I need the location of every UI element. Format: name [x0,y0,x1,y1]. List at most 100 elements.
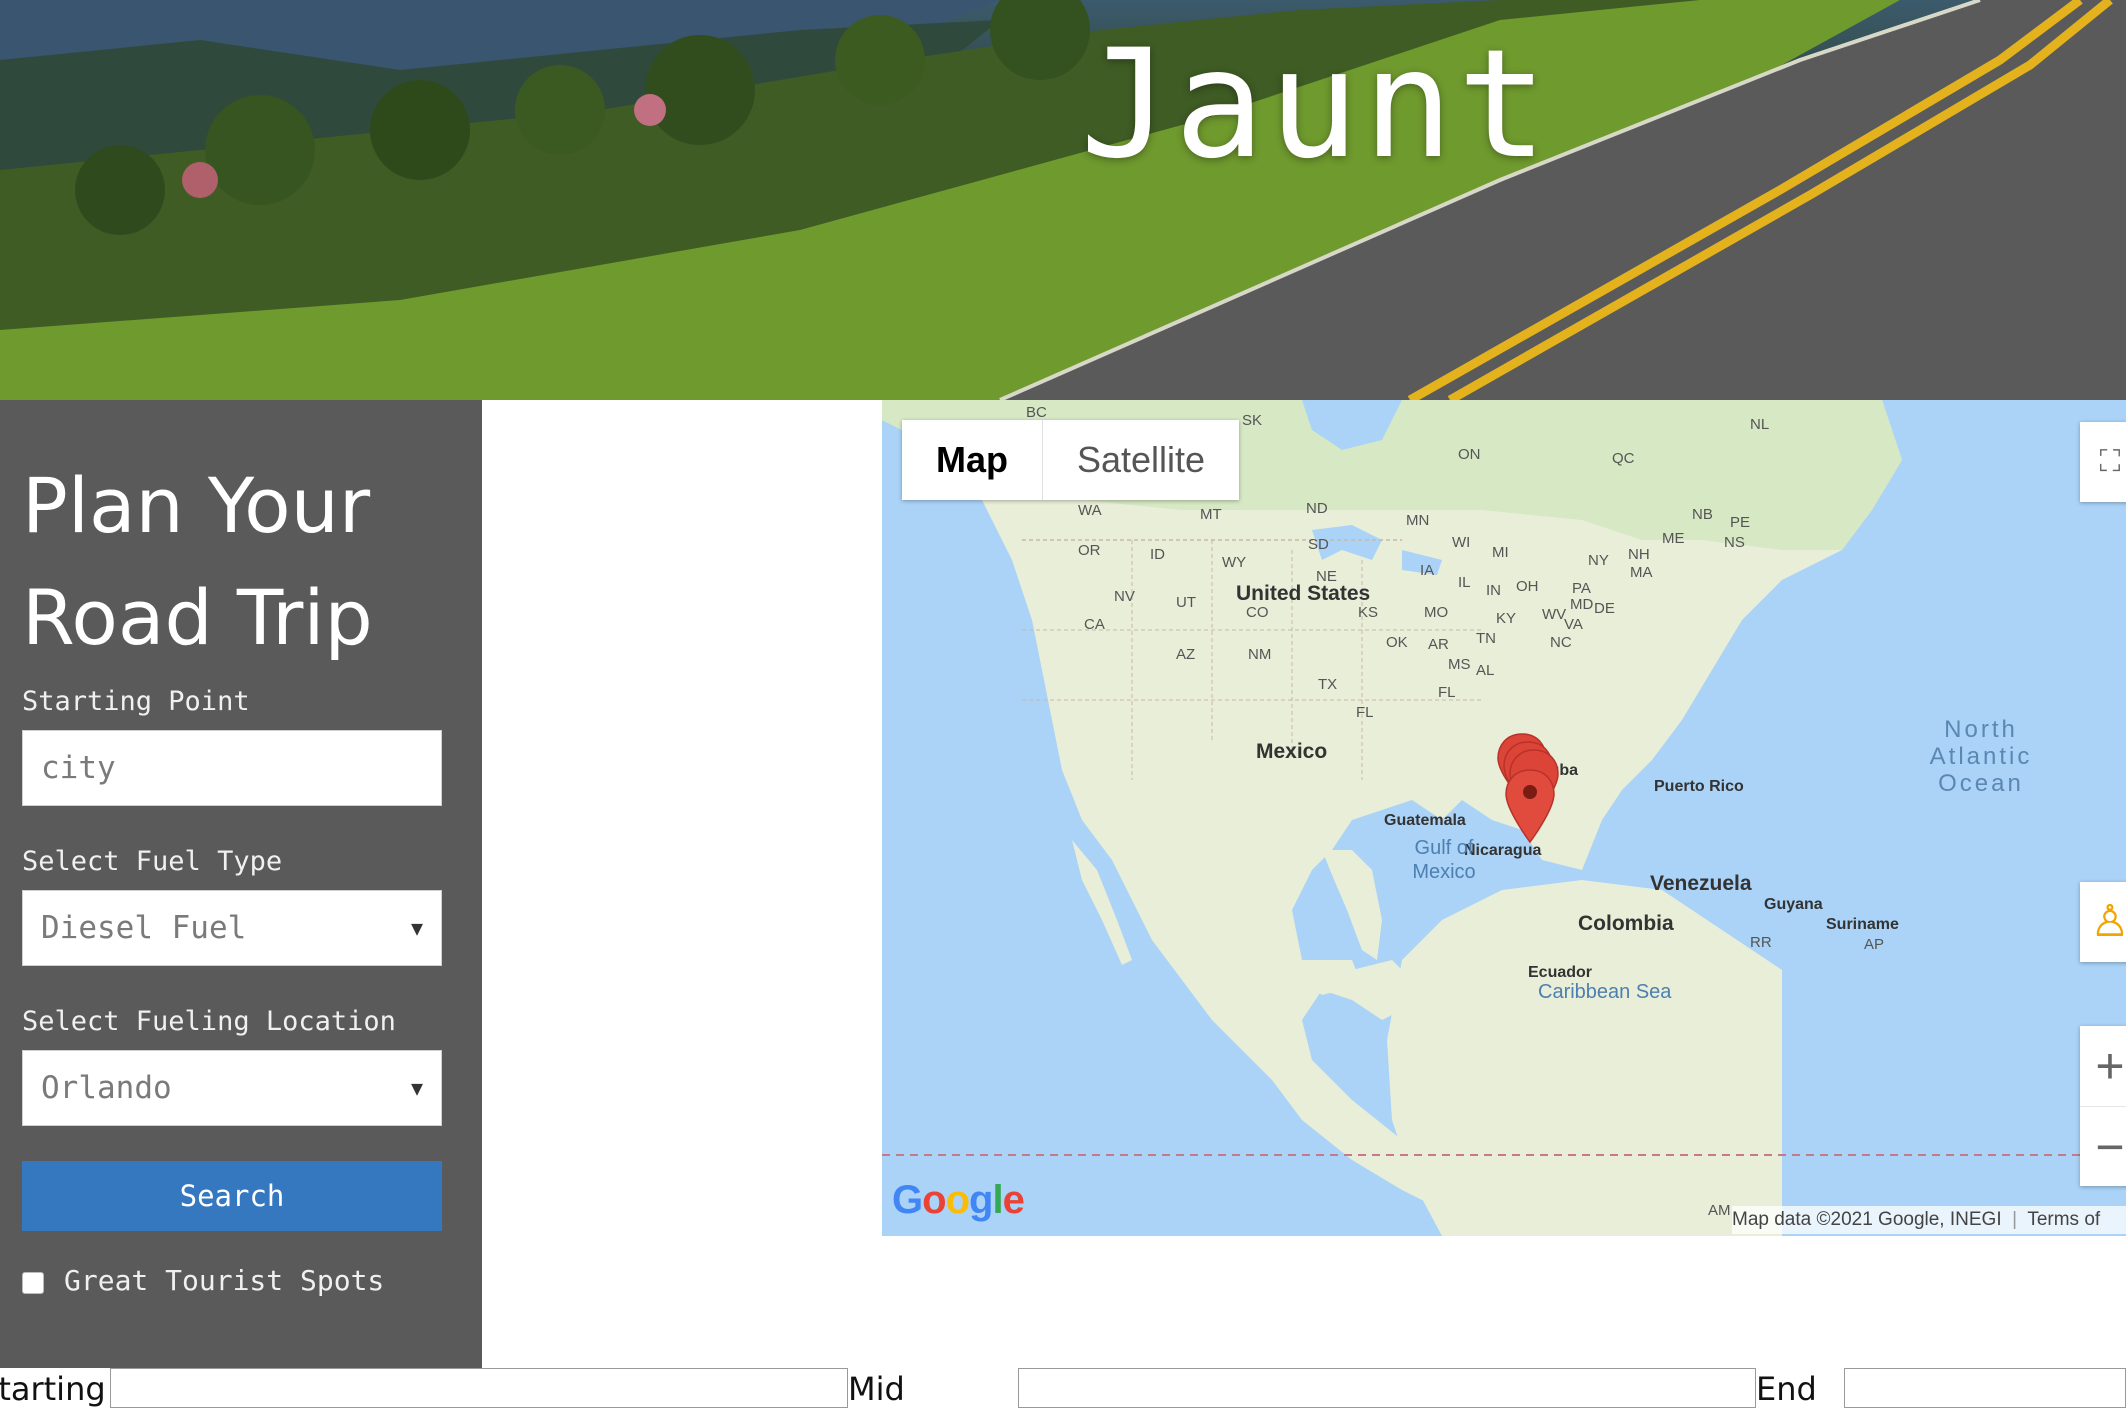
map-label-state: FL [1438,684,1456,701]
tourist-spots-checkbox[interactable] [22,1272,44,1294]
fuel-location-label: Select Fueling Location [22,1006,396,1037]
map-label-state: ON [1458,446,1481,463]
map-type-map-button[interactable]: Map [902,420,1043,500]
route-end-label: End [1756,1370,1817,1408]
planner-heading-line2: Road Trip [22,573,373,662]
map-data-credit: Map data ©2021 Google, INEGI [1732,1209,2002,1230]
map-label-state: AP [1864,936,1885,953]
map-label-state: PA [1572,580,1591,597]
map-label-state: ME [1662,530,1685,547]
map-label-state: KS [1358,604,1379,621]
map-label-state: NB [1692,506,1713,523]
map-label-state: NC [1550,634,1572,651]
map-label-state: NY [1588,552,1609,569]
tourist-spots-label: Great Tourist Spots [64,1264,385,1297]
hero-banner: Jaunt [0,0,2126,400]
starting-point-placeholder: city [41,750,116,786]
map-label-state: SD [1308,536,1329,553]
map-label-state: VA [1564,616,1583,633]
search-button[interactable]: Search [22,1161,442,1231]
route-start-input[interactable] [110,1368,848,1408]
map-label-state: QC [1612,450,1635,467]
map-label-state: NV [1114,588,1135,605]
map-label-country: United States [1236,582,1371,605]
map-label-state: AM [1708,1202,1731,1219]
map-label-state: MD [1570,596,1594,613]
zoom-in-button[interactable]: + [2080,1026,2126,1106]
map-label-state: AZ [1176,646,1196,663]
map-label-state: TX [1318,676,1338,693]
map-label-state: NS [1724,534,1745,551]
map-label-state: MA [1630,564,1653,581]
route-mid-input[interactable] [1018,1368,1756,1408]
map-label-state: OR [1078,542,1101,559]
route-end-input[interactable] [1844,1368,2126,1408]
map-label-state: MS [1448,656,1471,673]
map-label-state: FL [1356,704,1374,721]
map-label-country: Venezuela [1650,872,1752,895]
map-type-toggle: Map Satellite [902,420,1240,500]
map-label-state: AR [1428,636,1449,653]
map-label-country: Puerto Rico [1654,778,1744,795]
map-label-country: Mexico [1256,740,1328,763]
map-label-state: AL [1476,662,1495,679]
map-label-state: OH [1516,578,1539,595]
map-label-state: MO [1424,604,1449,621]
route-start-label: Starting [0,1370,106,1408]
map-view[interactable]: Map Satellite BC SK NL ON QC NB PE NS ME… [882,400,2126,1236]
map-label-state: NM [1248,646,1272,663]
map-label-state: KY [1496,610,1517,627]
planner-heading-line1: Plan Your [22,461,371,550]
terms-link[interactable]: Terms of [2027,1209,2100,1230]
zoom-out-button[interactable]: − [2080,1106,2126,1187]
zoom-controls: + − [2080,1026,2126,1186]
map-label-state: CO [1246,604,1269,621]
map-type-satellite-button[interactable]: Satellite [1043,420,1239,500]
map-label-state: WI [1452,534,1471,551]
map-label-caribbean: Caribbean Sea [1538,981,1672,1003]
map-label-atlantic: North Atlantic Ocean [1929,716,2033,797]
map-label-gulf: Gulf of Mexico [1412,837,1476,883]
map-label-state: ID [1150,546,1165,563]
site-title: Jaunt [1080,18,1552,192]
map-attribution: Map data ©2021 Google, INEGI | Terms of [1732,1206,2126,1234]
map-label-state: PE [1730,514,1751,531]
map-label-state: WY [1222,554,1247,571]
fuel-location-select[interactable]: Orlando ▼ [22,1050,442,1126]
map-label-state: CA [1084,616,1105,633]
map-label-state: UT [1176,594,1196,611]
route-mid-label: Mid [848,1370,905,1408]
fuel-type-label: Select Fuel Type [22,846,283,877]
map-label-state: SK [1242,412,1263,429]
map-label-state: IA [1420,562,1435,579]
starting-point-input[interactable]: city [22,730,442,806]
fuel-type-value: Diesel Fuel [41,910,247,946]
map-markers [1497,733,1559,844]
map-label-state: IN [1486,582,1501,599]
chevron-down-icon: ▼ [410,1076,423,1100]
map-label-state: MI [1492,544,1509,561]
map-label-state: TN [1476,630,1496,647]
map-label-country: Guyana [1764,896,1823,913]
map-label-state: IL [1458,574,1471,591]
fuel-location-value: Orlando [41,1070,172,1106]
map-label-state: NL [1750,416,1770,433]
fuel-type-select[interactable]: Diesel Fuel ▼ [22,890,442,966]
map-label-country: Guatemala [1384,812,1466,829]
map-label-state: RR [1750,934,1772,951]
map-label-state: MN [1406,512,1430,529]
chevron-down-icon: ▼ [410,916,423,940]
fullscreen-icon[interactable]: ⛶ [2080,422,2126,502]
map-label-country: Colombia [1578,912,1674,935]
planner-heading: Plan Your Road Trip [22,450,462,674]
pegman-icon[interactable]: ♙ [2080,882,2126,962]
starting-point-label: Starting Point [22,686,250,717]
road-landscape-image [0,0,2126,400]
google-logo: Google [892,1178,1025,1222]
map-label-state: WV [1542,606,1567,623]
map-label-state: OK [1386,634,1408,651]
map-label-state: BC [1026,404,1047,421]
map-label-state: DE [1594,600,1615,617]
trip-planner-panel: Plan Your Road Trip Starting Point city … [0,400,482,1368]
map-label-state: WA [1078,502,1102,519]
